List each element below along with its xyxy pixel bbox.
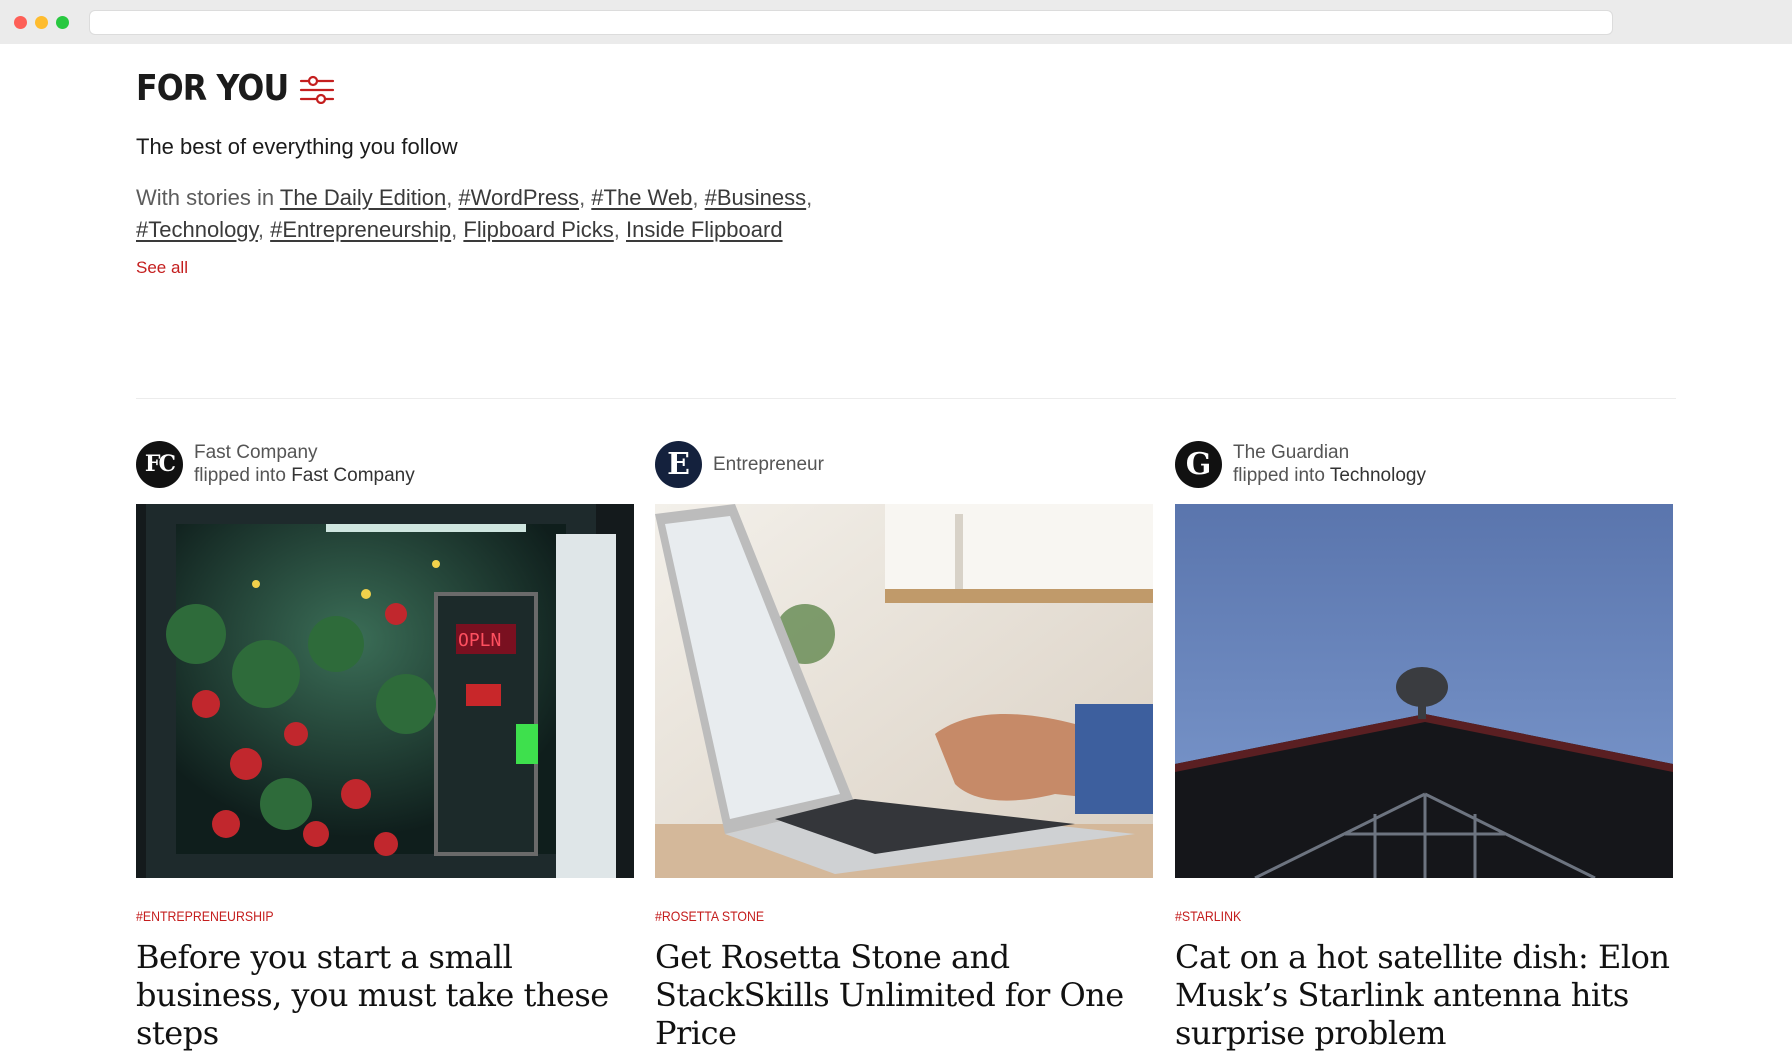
svg-text:OPLN: OPLN: [458, 630, 501, 651]
source-info: Fast Company flipped into Fast Company: [194, 441, 415, 487]
card-source-row: FC Fast Company flipped into Fast Compan…: [136, 440, 634, 488]
filter-settings-icon[interactable]: [297, 74, 335, 104]
article-card[interactable]: FC Fast Company flipped into Fast Compan…: [136, 440, 634, 1052]
source-info: Entrepreneur: [713, 453, 824, 476]
source-info: The Guardian flipped into Technology: [1233, 441, 1426, 487]
avatar-logo: E: [667, 446, 690, 482]
maximize-window-button[interactable]: [56, 16, 69, 29]
topic-link[interactable]: The Daily Edition: [280, 185, 446, 210]
topic-link[interactable]: #WordPress: [458, 185, 579, 210]
close-window-button[interactable]: [14, 16, 27, 29]
article-image-flower-shop[interactable]: OPLN: [136, 504, 634, 878]
title-row: FOR YOU: [136, 68, 335, 109]
card-source-row: G The Guardian flipped into Technology: [1175, 440, 1673, 488]
article-headline[interactable]: Get Rosetta Stone and StackSkills Unlimi…: [655, 938, 1153, 1052]
topic-link[interactable]: #The Web: [591, 185, 692, 210]
article-image-laptop[interactable]: [655, 504, 1153, 878]
window-controls: [14, 16, 69, 29]
card-source-row: E Entrepreneur: [655, 440, 1153, 488]
topics-prefix: With stories in: [136, 185, 275, 210]
flipped-into-line: flipped into Fast Company: [194, 464, 415, 487]
browser-chrome: [0, 0, 1792, 44]
page-title: FOR YOU: [136, 68, 289, 109]
topic-link[interactable]: #Business: [705, 185, 807, 210]
flipped-prefix: flipped into: [194, 465, 286, 486]
topic-link[interactable]: #Entrepreneurship: [270, 217, 451, 242]
article-headline[interactable]: Before you start a small business, you m…: [136, 938, 634, 1052]
avatar-logo: G: [1185, 446, 1212, 482]
article-tag[interactable]: #ENTREPRENEURSHIP: [136, 908, 274, 924]
source-name[interactable]: Fast Company: [194, 441, 415, 464]
source-name[interactable]: The Guardian: [1233, 441, 1426, 464]
article-tag[interactable]: #STARLINK: [1175, 908, 1241, 924]
magazine-name[interactable]: Technology: [1330, 465, 1426, 486]
followed-topics: With stories in The Daily Edition, #Word…: [136, 185, 813, 242]
magazine-name[interactable]: Fast Company: [291, 465, 415, 486]
source-avatar[interactable]: E: [655, 440, 702, 488]
divider: [136, 398, 1676, 399]
article-card[interactable]: E Entrepreneur #ROSETTA STONE Get Rosett…: [655, 440, 1153, 1052]
page-subtitle: The best of everything you follow: [136, 134, 458, 159]
article-card[interactable]: G The Guardian flipped into Technology #…: [1175, 440, 1673, 1052]
source-avatar[interactable]: FC: [136, 440, 183, 488]
address-bar[interactable]: [89, 10, 1613, 35]
flipped-prefix: flipped into: [1233, 465, 1325, 486]
see-all-link[interactable]: See all: [136, 258, 188, 278]
article-image-satellite-dish[interactable]: [1175, 504, 1673, 878]
article-tag[interactable]: #ROSETTA STONE: [655, 908, 764, 924]
topic-link[interactable]: Flipboard Picks: [463, 217, 613, 242]
source-name[interactable]: Entrepreneur: [713, 453, 824, 476]
for-you-page: FOR YOU The best of everything you follo…: [0, 44, 1792, 1052]
flipped-into-line: flipped into Technology: [1233, 464, 1426, 487]
article-headline[interactable]: Cat on a hot satellite dish: Elon Musk’s…: [1175, 938, 1673, 1052]
avatar-logo: FC: [144, 451, 176, 477]
source-avatar[interactable]: G: [1175, 440, 1222, 488]
minimize-window-button[interactable]: [35, 16, 48, 29]
topic-link[interactable]: #Technology: [136, 217, 258, 242]
topic-link[interactable]: Inside Flipboard: [626, 217, 783, 242]
